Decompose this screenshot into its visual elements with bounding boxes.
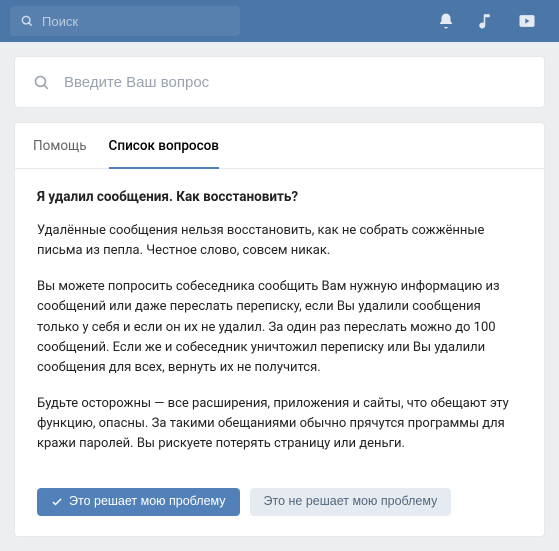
notifications-icon[interactable] [437,12,455,30]
topbar-icons [437,11,549,31]
tab-help[interactable]: Помощь [33,123,87,169]
solves-button[interactable]: Это решает мою проблему [37,488,240,516]
topbar-search-input[interactable] [42,14,230,29]
solves-button-label: Это решает мою проблему [69,495,226,508]
help-search-card [14,56,545,108]
topbar [0,0,559,42]
tab-questions[interactable]: Список вопросов [109,123,219,169]
topbar-search[interactable] [10,6,240,36]
not-solves-button-label: Это не решает мою проблему [264,495,438,508]
search-icon [33,74,50,91]
help-search-input[interactable] [64,74,526,91]
tabs: Помощь Список вопросов [15,123,544,169]
not-solves-button[interactable]: Это не решает мою проблему [250,488,452,516]
article-paragraph: Будьте осторожны — все расширения, прило… [37,394,522,454]
article-title: Я удалил сообщения. Как восстановить? [37,189,522,205]
page: Помощь Список вопросов Я удалил сообщени… [0,42,559,551]
article: Я удалил сообщения. Как восстановить? Уд… [15,169,544,488]
check-icon [51,496,63,508]
article-paragraph: Вы можете попросить собеседника сообщить… [37,277,522,378]
music-icon[interactable] [477,12,495,30]
video-icon[interactable] [517,11,537,31]
actions: Это решает мою проблему Это не решает мо… [15,488,544,536]
content-card: Помощь Список вопросов Я удалил сообщени… [14,122,545,537]
article-paragraph: Удалённые сообщения нельзя восстановить,… [37,221,522,261]
search-icon [20,14,34,28]
